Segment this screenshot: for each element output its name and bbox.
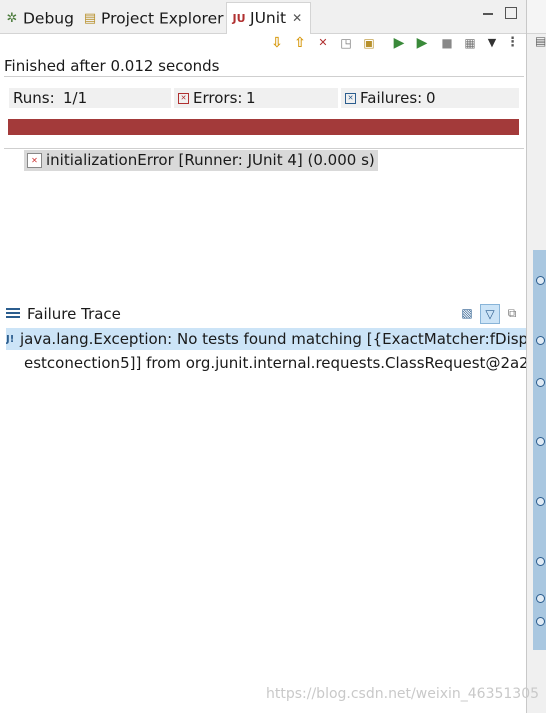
stop-icon[interactable]: ■ xyxy=(438,34,456,52)
junit-toolbar: ⇩ ⇧ ✕ ◳ ▣ ▶ ▶ ■ ▦ ▼ ⋮ xyxy=(268,34,526,54)
compare-result-icon[interactable]: ▧ xyxy=(458,304,476,322)
runs-counter: Runs: 1/1 xyxy=(9,88,171,108)
filter-stack-trace-icon[interactable]: ▽ xyxy=(480,304,500,324)
bug-icon: ✲ xyxy=(6,10,18,26)
history-icon[interactable]: ▦ xyxy=(461,34,479,52)
failure-trace-header: Failure Trace ▧ ▽ ⧉ xyxy=(6,304,524,324)
failure-icon: ✕ xyxy=(345,93,356,104)
trace-line-text: java.lang.Exception: No tests found matc… xyxy=(20,330,526,348)
divider xyxy=(4,148,524,149)
view-menu-icon[interactable]: ⋮ xyxy=(506,34,519,52)
runs-label: Runs: xyxy=(13,89,55,107)
occurrence-marker[interactable] xyxy=(536,437,545,446)
failure-trace-title: Failure Trace xyxy=(27,305,121,323)
close-icon[interactable]: ✕ xyxy=(292,11,302,25)
previous-failure-icon[interactable]: ⇧ xyxy=(291,34,309,52)
rerun-failures-first-icon[interactable]: ▶ xyxy=(413,34,431,52)
view-tab-bar: ✲ Debug ▤ Project Explorer JU JUnit ✕ xyxy=(0,0,526,34)
exception-icon: J! xyxy=(6,333,15,345)
tab-debug[interactable]: ✲ Debug xyxy=(4,4,74,32)
test-tree-item[interactable]: ✕ initializationError [Runner: JUnit 4] (… xyxy=(24,150,378,171)
overview-scroll-indicator[interactable] xyxy=(533,250,546,650)
errors-counter: ✕ Errors: 1 xyxy=(174,88,338,108)
error-icon: ✕ xyxy=(178,93,189,104)
occurrence-marker[interactable] xyxy=(536,336,545,345)
minimize-button[interactable] xyxy=(481,8,495,22)
folder-icon: ▤ xyxy=(83,10,97,26)
progress-fill xyxy=(8,119,519,135)
tab-junit[interactable]: JU JUnit ✕ xyxy=(226,2,312,34)
trace-line[interactable]: estconection5]] from org.junit.internal.… xyxy=(24,352,526,374)
runs-value: 1/1 xyxy=(63,89,88,107)
tab-debug-label: Debug xyxy=(23,9,74,28)
failures-label: Failures: xyxy=(360,89,423,107)
test-tree-item-label: initializationError [Runner: JUnit 4] (0… xyxy=(46,151,375,169)
errors-label-wrap: ✕ Errors: xyxy=(178,88,242,108)
rerun-test-icon[interactable]: ▶ xyxy=(390,34,408,52)
tab-project-explorer-label: Project Explorer xyxy=(101,9,224,28)
occurrence-marker[interactable] xyxy=(536,557,545,566)
finished-status: Finished after 0.012 seconds xyxy=(4,57,220,75)
history-dropdown-icon[interactable]: ▼ xyxy=(483,34,501,52)
show-failures-only-icon[interactable]: ✕ xyxy=(314,34,332,52)
error-test-icon: ✕ xyxy=(27,153,42,168)
copy-trace-icon[interactable]: ⧉ xyxy=(503,304,521,322)
tab-project-explorer[interactable]: ▤ Project Explorer xyxy=(82,4,224,32)
failures-counter: ✕ Failures: 0 xyxy=(341,88,519,108)
occurrence-marker[interactable] xyxy=(536,497,545,506)
maximize-button[interactable] xyxy=(505,7,517,19)
tab-junit-label: JUnit xyxy=(250,9,287,27)
occurrence-marker[interactable] xyxy=(536,617,545,626)
divider xyxy=(4,76,524,77)
adjacent-tab-area xyxy=(527,0,546,34)
watermark: https://blog.csdn.net/weixin_46351305 xyxy=(266,686,540,702)
occurrence-marker[interactable] xyxy=(536,276,545,285)
failures-label-wrap: ✕ Failures: xyxy=(345,88,422,108)
scroll-lock-icon[interactable]: ▣ xyxy=(360,34,378,52)
occurrence-marker[interactable] xyxy=(536,594,545,603)
errors-value: 1 xyxy=(246,89,256,107)
errors-label: Errors: xyxy=(193,89,243,107)
test-progress-bar xyxy=(8,119,519,135)
junit-icon: JU xyxy=(232,12,246,25)
show-skipped-icon[interactable]: ◳ xyxy=(337,34,355,52)
stack-trace-icon xyxy=(6,308,20,318)
failures-value: 0 xyxy=(426,89,436,107)
adjacent-tab-icon: ▤ xyxy=(535,34,546,48)
next-failure-icon[interactable]: ⇩ xyxy=(268,34,286,52)
trace-line[interactable]: J! java.lang.Exception: No tests found ma… xyxy=(6,328,526,350)
occurrence-marker[interactable] xyxy=(536,378,545,387)
trace-line-text: estconection5]] from org.junit.internal.… xyxy=(24,354,526,372)
